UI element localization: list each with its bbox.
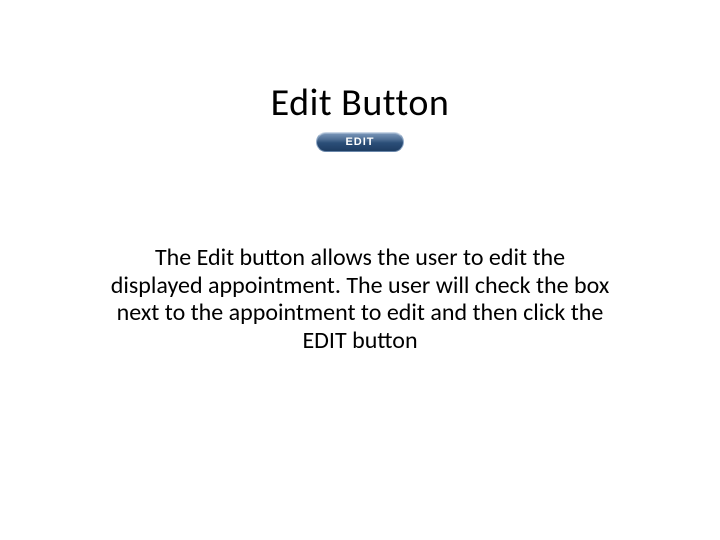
slide-title: Edit Button	[110, 80, 610, 126]
slide-description: The Edit button allows the user to edit …	[110, 244, 610, 354]
button-row: EDIT	[110, 132, 610, 152]
edit-button[interactable]: EDIT	[316, 132, 404, 152]
